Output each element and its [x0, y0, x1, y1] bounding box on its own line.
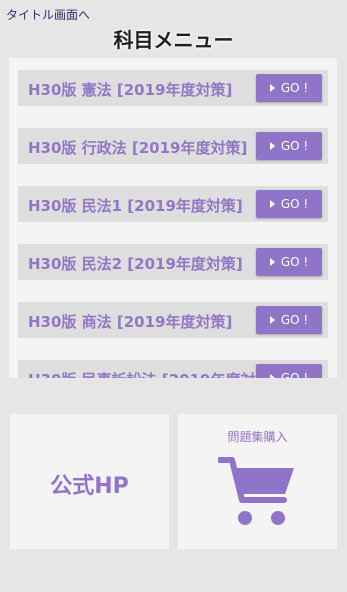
go-button[interactable]: GO ! [256, 74, 322, 102]
subject-label: H30版 民法1 [2019年度対策] [28, 197, 243, 215]
page-title: 科目メニュー [113, 28, 234, 52]
subject-row-shoho[interactable]: H30版 商法 [2019年度対策] GO ! [18, 302, 328, 338]
subject-label: H30版 民法2 [2019年度対策] [28, 255, 243, 273]
subject-row-minpo2[interactable]: H30版 民法2 [2019年度対策] GO ! [18, 244, 328, 280]
go-label: GO ! [280, 81, 309, 95]
go-label: GO ! [280, 139, 309, 153]
play-arrow-icon [269, 374, 275, 378]
play-arrow-icon [269, 316, 275, 324]
go-label: GO ! [280, 255, 309, 269]
go-button[interactable]: GO ! [256, 190, 322, 218]
subject-row-minji-soshoho[interactable]: H30版 民事訴訟法 [2019年度対策] GO ! [18, 360, 328, 378]
go-button[interactable]: GO ! [256, 132, 322, 160]
subject-label: H30版 商法 [2019年度対策] [28, 313, 233, 331]
go-label: GO ! [280, 197, 309, 211]
subject-label: H30版 民事訴訟法 [2019年度対策] [28, 369, 277, 378]
go-button[interactable]: GO ! [256, 364, 322, 378]
subject-label: H30版 行政法 [2019年度対策] [28, 139, 248, 157]
subject-row-gyoseiho[interactable]: H30版 行政法 [2019年度対策] GO ! [18, 128, 328, 164]
play-arrow-icon [269, 200, 275, 208]
go-label: GO ! [280, 313, 309, 327]
subject-menu-list[interactable]: H30版 憲法 [2019年度対策] GO ! H30版 行政法 [2019年度… [9, 58, 337, 378]
purchase-label: 問題集購入 [227, 430, 288, 444]
official-site-label: 公式HP [50, 474, 129, 499]
go-label: GO ! [280, 371, 309, 378]
subject-row-kenpo[interactable]: H30版 憲法 [2019年度対策] GO ! [18, 70, 328, 106]
play-arrow-icon [269, 258, 275, 266]
purchase-button[interactable]: 問題集購入 [178, 414, 337, 549]
play-arrow-icon [269, 142, 275, 150]
go-button[interactable]: GO ! [256, 306, 322, 334]
official-site-button[interactable]: 公式HP [10, 414, 169, 549]
back-to-title-link[interactable]: タイトル画面へ [6, 6, 90, 23]
shopping-cart-icon [218, 457, 294, 525]
subject-row-minpo1[interactable]: H30版 民法1 [2019年度対策] GO ! [18, 186, 328, 222]
subject-label: H30版 憲法 [2019年度対策] [28, 81, 233, 99]
go-button[interactable]: GO ! [256, 248, 322, 276]
play-arrow-icon [269, 84, 275, 92]
